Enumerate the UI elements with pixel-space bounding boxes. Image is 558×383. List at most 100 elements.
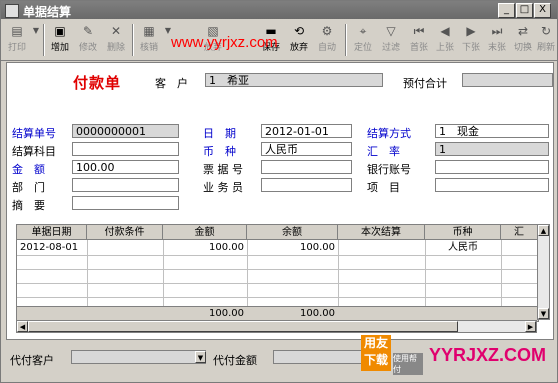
add-icon: ▣ [54, 24, 66, 38]
payment-form: 付款单 客 户 1 希亚 预付合计 结算单号 0000000001 日 期 20… [6, 62, 554, 340]
department-field[interactable] [72, 178, 179, 192]
brand-sub: 使用帮付 [393, 353, 423, 375]
document-title: 付款单 [73, 74, 122, 92]
column-header[interactable]: 金额 [163, 225, 247, 240]
column-header[interactable]: 汇 [501, 225, 538, 240]
settlement-window: 单据结算 _ □ X ▤ 打印 ▼ ▣ 增加 ✎ 修改 ✕ 删除 ▦ 核销 ▼ ▧ 放弃 ▬… [0, 0, 558, 383]
brand-logo: 用友下载 使用帮付 YYRJXZ.COM [361, 331, 557, 382]
next-record-button[interactable]: ▶ 下张 [457, 23, 485, 57]
settle-no-field[interactable]: 0000000001 [72, 124, 179, 138]
amount-field[interactable]: 100.00 [72, 160, 179, 174]
column-header[interactable]: 币种 [425, 225, 501, 240]
undo-icon: ⟲ [293, 24, 305, 38]
salesman-field[interactable] [261, 178, 352, 192]
rate-field[interactable]: 1 [435, 142, 549, 156]
project-label: 项 目 [367, 181, 400, 194]
title-bar: 单据结算 _ □ X [1, 1, 557, 19]
first-record-button[interactable]: ⏮ 首张 [405, 23, 433, 57]
window-title: 单据结算 [23, 5, 72, 19]
maximize-button[interactable]: □ [516, 3, 533, 18]
locate-button[interactable]: ⌖ 定位 [349, 23, 377, 57]
print-dropdown-button[interactable]: ▼ [31, 23, 41, 57]
delete-icon: ✕ [110, 24, 122, 38]
settle-subject-label: 结算科目 [12, 145, 56, 158]
brand-badge: 用友下载 [361, 335, 391, 371]
brand-url: YYRJXZ.COM [429, 345, 547, 365]
customer-label: 客 户 [155, 77, 188, 90]
switch-icon: ⇄ [517, 24, 529, 38]
refresh-icon: ↻ [540, 24, 552, 38]
salesman-label: 业 务 员 [203, 181, 243, 194]
chevron-down-icon[interactable]: ▼ [195, 351, 206, 363]
prepay-total-label: 预付合计 [403, 77, 447, 90]
agent-amount-label: 代付金额 [213, 354, 257, 367]
settlement-grid: 单据日期 付款条件 金额 余额 本次结算 币种 汇 2012-08-01 100… [16, 224, 539, 322]
table-cell[interactable]: 100.00 [163, 241, 244, 255]
next-icon: ▶ [466, 24, 476, 38]
agent-customer-label: 代付客户 [10, 354, 54, 367]
auto-icon: ⚙ [321, 24, 333, 38]
rate-label: 汇 率 [367, 145, 400, 158]
verify-icon: ▦ [143, 24, 155, 38]
bill-no-label: 票 据 号 [203, 163, 243, 176]
settle-method-label: 结算方式 [367, 127, 411, 140]
switch-button[interactable]: ⇄ 切换 [509, 23, 537, 57]
toolbar: ▤ 打印 ▼ ▣ 增加 ✎ 修改 ✕ 删除 ▦ 核销 ▼ ▧ 放弃 ▬ 保存 ⟲ 放弃 ⚙ 自动 … [1, 20, 557, 61]
date-label: 日 期 [203, 127, 236, 140]
auto-button[interactable]: ⚙ 自动 [313, 23, 341, 57]
verify-button[interactable]: ▦ 核销 [135, 23, 163, 57]
column-header[interactable]: 余额 [247, 225, 338, 240]
amount-label: 金 额 [12, 163, 45, 176]
print-button[interactable]: ▤ 打印 [3, 23, 31, 57]
chevron-down-icon: ▼ [32, 26, 40, 35]
agent-amount-field[interactable] [273, 350, 363, 364]
app-icon [5, 4, 19, 18]
settle-subject-field[interactable] [72, 142, 179, 156]
minimize-button[interactable]: _ [498, 3, 515, 18]
date-field[interactable]: 2012-01-01 [261, 124, 352, 138]
close-button[interactable]: X [534, 3, 551, 18]
bank-account-label: 银行账号 [367, 163, 411, 176]
agent-customer-field[interactable] [71, 350, 206, 364]
add-button[interactable]: ▣ 增加 [46, 23, 74, 57]
currency-field[interactable]: 人民币 [261, 142, 352, 156]
department-label: 部 门 [12, 181, 45, 194]
undo-button[interactable]: ⟲ 放弃 [285, 23, 313, 57]
filter-button[interactable]: ▽ 过滤 [377, 23, 405, 57]
locate-icon: ⌖ [359, 24, 367, 38]
prev-record-button[interactable]: ◀ 上张 [431, 23, 459, 57]
bill-no-field[interactable] [261, 160, 352, 174]
bank-account-field[interactable] [435, 160, 549, 174]
settle-no-label: 结算单号 [12, 127, 56, 140]
prepay-total-field [462, 73, 553, 87]
filter-icon: ▽ [386, 24, 396, 38]
delete-button[interactable]: ✕ 删除 [102, 23, 130, 57]
last-record-button[interactable]: ⏭ 末张 [483, 23, 511, 57]
column-header[interactable]: 单据日期 [17, 225, 87, 240]
scroll-down-icon[interactable]: ▼ [538, 308, 549, 319]
table-cell[interactable]: 2012-08-01 [20, 241, 86, 255]
column-header[interactable]: 本次结算 [338, 225, 425, 240]
scroll-up-icon[interactable]: ▲ [538, 225, 549, 236]
customer-field[interactable]: 1 希亚 [205, 73, 383, 87]
total-balance: 100.00 [300, 308, 335, 319]
table-cell[interactable]: 100.00 [247, 241, 335, 255]
printer-icon: ▤ [11, 24, 23, 38]
edit-icon: ✎ [82, 24, 94, 38]
total-amount: 100.00 [209, 308, 244, 319]
refresh-button[interactable]: ↻ 刷新 [535, 23, 557, 57]
first-icon: ⏮ [413, 24, 425, 38]
prev-icon: ◀ [440, 24, 450, 38]
column-header[interactable]: 付款条件 [87, 225, 163, 240]
currency-label: 币 种 [203, 145, 236, 158]
watermark-text: www.yyrjxz.com [171, 34, 278, 51]
last-icon: ⏭ [491, 24, 503, 38]
vertical-scrollbar[interactable]: ▲ ▼ [537, 224, 550, 320]
scroll-left-icon[interactable]: ◀ [17, 321, 28, 332]
settle-method-field[interactable]: 1 现金 [435, 124, 549, 138]
table-cell[interactable]: 人民币 [425, 241, 501, 255]
summary-label: 摘 要 [12, 199, 45, 212]
edit-button[interactable]: ✎ 修改 [74, 23, 102, 57]
summary-field[interactable] [72, 196, 179, 210]
project-field[interactable] [435, 178, 549, 192]
